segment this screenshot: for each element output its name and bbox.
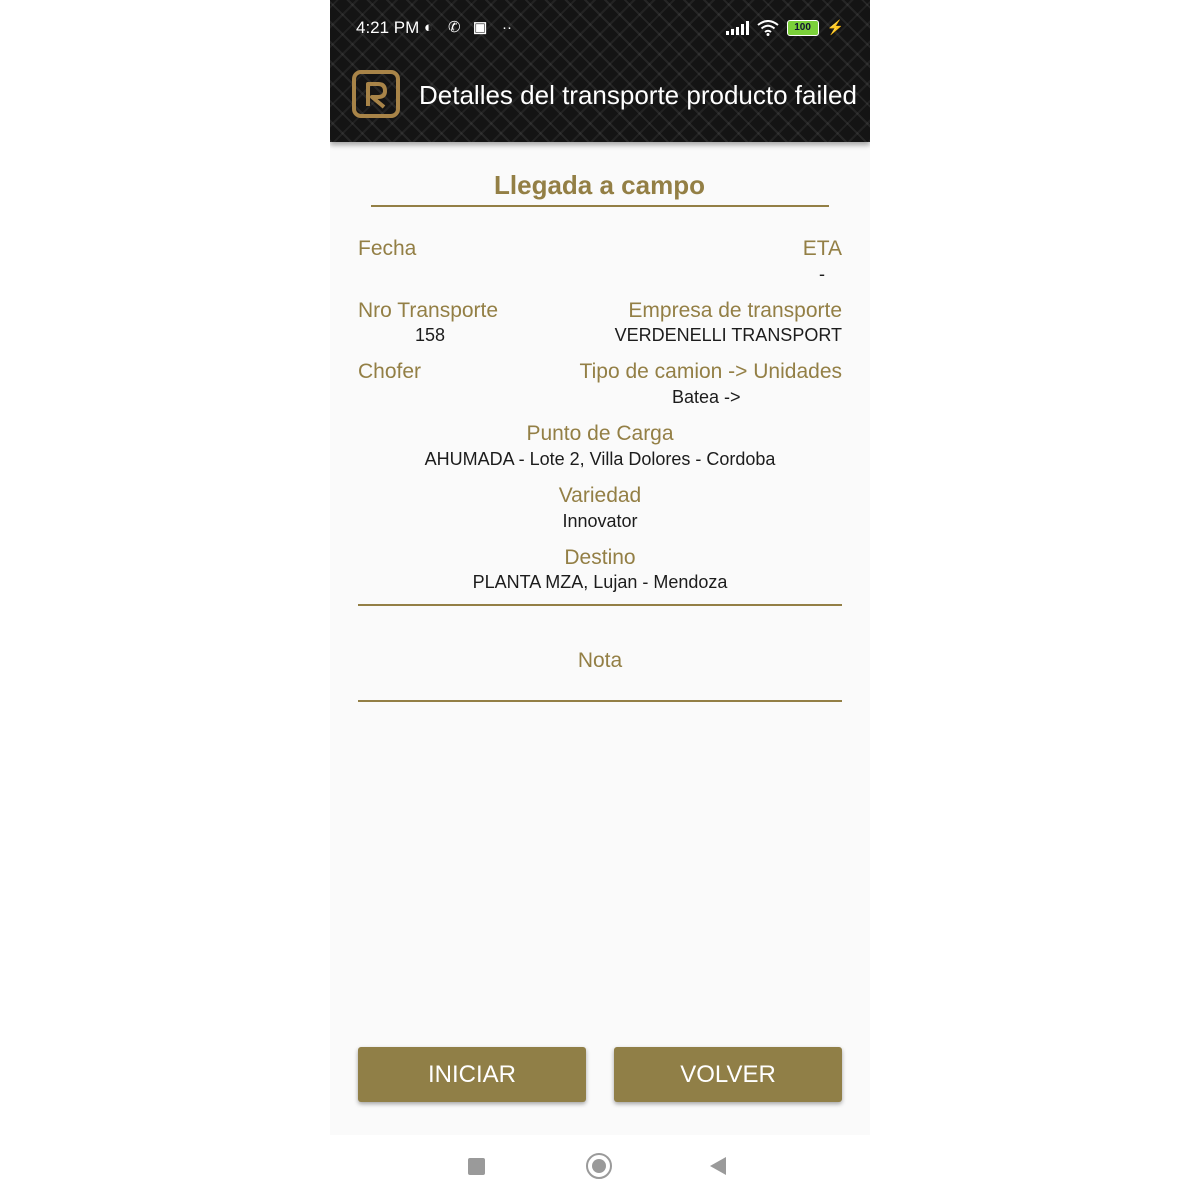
status-bar: 4:21 PM ◐ ✆ ▣ ·· 100 ⚡	[330, 14, 870, 44]
volver-button[interactable]: VOLVER	[614, 1047, 842, 1102]
punto-carga-label: Punto de Carga	[526, 422, 674, 445]
linkedin-icon: ▣	[473, 19, 488, 36]
nro-transporte-value: 158	[415, 325, 446, 345]
status-time: 4:21 PM	[356, 18, 420, 37]
charging-icon: ⚡	[826, 19, 844, 35]
section-divider	[371, 205, 829, 207]
recents-icon[interactable]	[468, 1158, 485, 1175]
wifi-icon	[756, 19, 779, 36]
page-title: Detalles del transporte producto failed	[419, 80, 857, 110]
more-dots-icon: ··	[502, 19, 512, 36]
app-header: 4:21 PM ◐ ✆ ▣ ·· 100 ⚡ Detalles del tran…	[330, 0, 870, 142]
app-logo	[352, 70, 400, 118]
signal-icon	[725, 20, 749, 35]
tipo-camion-label: Tipo de camion -> Unidades	[579, 360, 842, 383]
variedad-label: Variedad	[558, 484, 642, 507]
back-icon[interactable]	[710, 1157, 726, 1175]
nota-field[interactable]: Nota	[330, 649, 870, 673]
eta-value: -	[819, 264, 825, 284]
fecha-label: Fecha	[358, 237, 417, 260]
app-icon: ◐	[424, 19, 434, 36]
phone-screen: 4:21 PM ◐ ✆ ▣ ·· 100 ⚡ Detalles del tran…	[330, 0, 870, 1200]
tipo-camion-value: Batea ->	[672, 387, 741, 407]
destino-label: Destino	[564, 546, 636, 569]
chofer-label: Chofer	[358, 360, 422, 383]
nota-underline	[358, 700, 842, 702]
details-divider	[358, 604, 842, 606]
punto-carga-value: AHUMADA - Lote 2, Villa Dolores - Cordob…	[424, 449, 776, 469]
variedad-value: Innovator	[562, 511, 638, 531]
empresa-label: Empresa de transporte	[628, 299, 842, 322]
nro-transporte-label: Nro Transporte	[358, 299, 499, 322]
destino-value: PLANTA MZA, Lujan - Mendoza	[472, 572, 728, 592]
iniciar-button[interactable]: INICIAR	[358, 1047, 586, 1102]
status-right: 100 ⚡	[725, 19, 844, 36]
battery-icon: 100	[786, 19, 819, 36]
whatsapp-icon: ✆	[448, 19, 461, 36]
home-icon[interactable]	[586, 1153, 612, 1179]
section-title: Llegada a campo	[494, 170, 705, 200]
eta-label: ETA	[802, 237, 842, 260]
empresa-value: VERDENELLI TRANSPORT	[614, 325, 842, 345]
system-nav-bar	[330, 1135, 870, 1200]
